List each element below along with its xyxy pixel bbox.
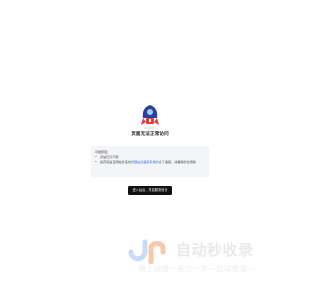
page: 页面无法正常访问 可能原因： • 该站已打不能 • 如存您是互网站长来也管理站点备案… [0, 0, 300, 300]
hint-item-text: 该站已打不能 [100, 155, 119, 160]
page-title: 页面无法正常访问 [131, 132, 169, 137]
hint-item-suffix: 了备案，请看案的位用情 [161, 160, 196, 165]
rocket-error-icon [141, 105, 159, 130]
hint-box: 可能原因： • 该站已打不能 • 如存您是互网站长来也管理站点备案系统状态了备案，请… [91, 146, 209, 177]
hint-item: • 如存您是互网站长来也管理站点备案系统状态了备案，请看案的位用情 [95, 160, 205, 165]
primary-cta-button[interactable]: 进入后台，开启服务设计 [128, 186, 172, 195]
watermark-subtitle: 做上链接一来访一次—自动收录— [138, 264, 255, 273]
hint-link[interactable]: 管理站点备案系统状态 [131, 160, 162, 164]
hint-item-prefix: 如存您是互网站长来也 [100, 160, 131, 165]
watermark-title: 自动秒收录 [176, 241, 254, 259]
watermark-logo-icon [128, 239, 166, 264]
